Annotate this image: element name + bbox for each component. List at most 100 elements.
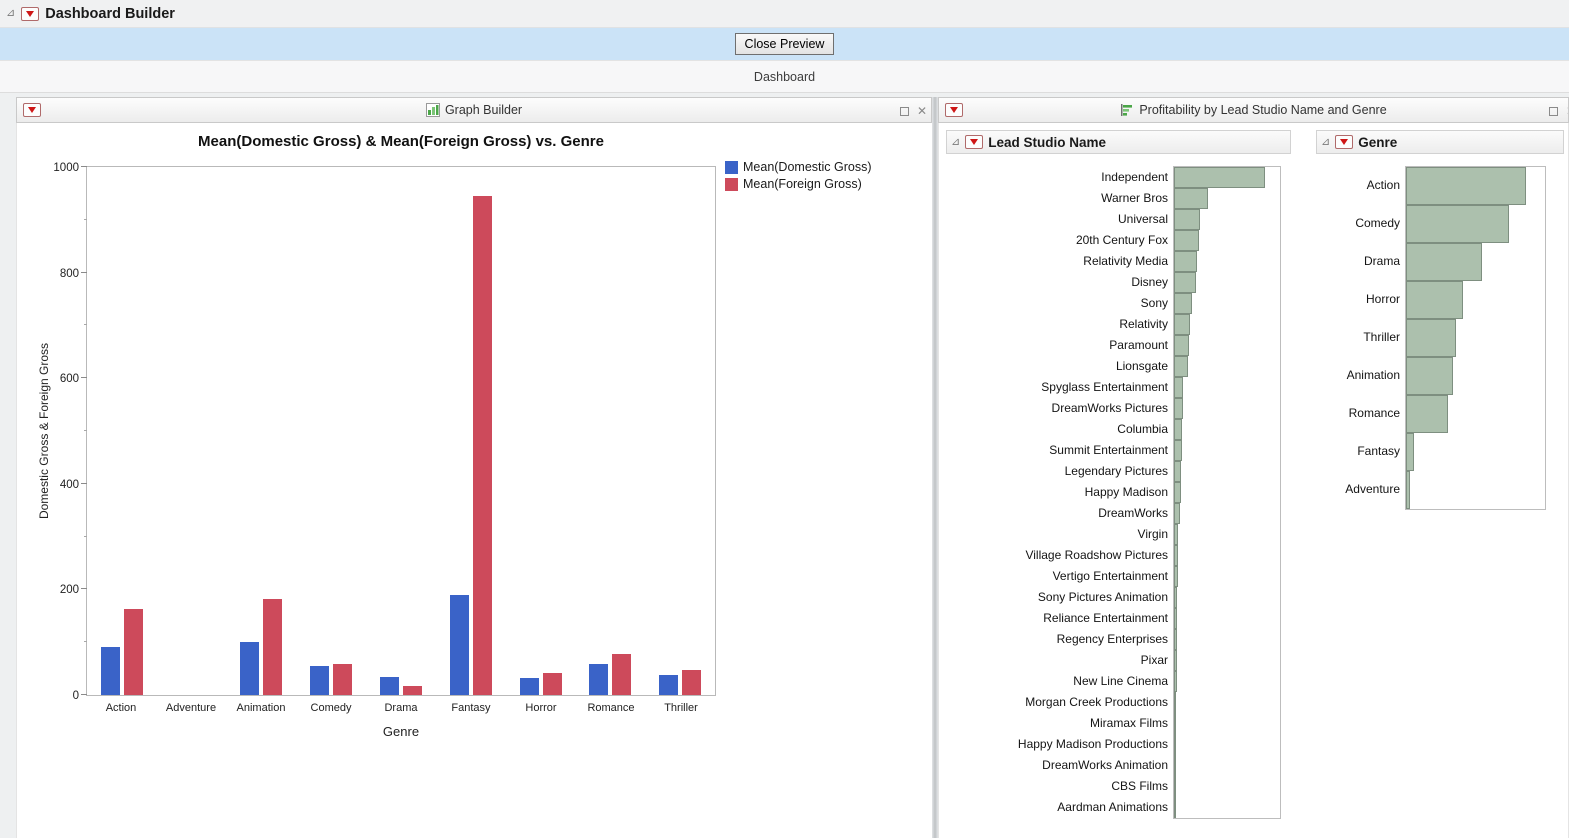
genre-bar-thriller[interactable] xyxy=(1406,319,1456,357)
studio-row xyxy=(1174,440,1280,461)
studio-bar-happy-madison-productions[interactable] xyxy=(1174,734,1176,755)
genre-header[interactable]: ⊿ Genre xyxy=(1316,130,1564,154)
studio-bar-new-line-cinema[interactable] xyxy=(1174,671,1177,692)
studio-bar-relativity[interactable] xyxy=(1174,314,1190,335)
bar-group-thriller xyxy=(645,167,715,695)
studio-bar-independent[interactable] xyxy=(1174,167,1265,188)
studio-bar-columbia[interactable] xyxy=(1174,419,1182,440)
studio-bar-miramax-films[interactable] xyxy=(1174,713,1176,734)
studio-bar-regency-enterprises[interactable] xyxy=(1174,629,1177,650)
bar-horror-foreign[interactable] xyxy=(543,673,562,695)
lead-studio-header[interactable]: ⊿ Lead Studio Name xyxy=(946,130,1291,154)
studio-bar-disney[interactable] xyxy=(1174,272,1196,293)
genre-bar-romance[interactable] xyxy=(1406,395,1448,433)
graph-builder-red-triangle-button[interactable] xyxy=(23,103,41,117)
studio-bar-pixar[interactable] xyxy=(1174,650,1177,671)
studio-bar-paramount[interactable] xyxy=(1174,335,1189,356)
bar-romance-domestic[interactable] xyxy=(589,664,608,695)
legend-item-domestic[interactable]: Mean(Domestic Gross) xyxy=(725,160,872,174)
red-triangle-menu-button[interactable] xyxy=(21,7,39,21)
collapse-triangle-icon[interactable]: ⊿ xyxy=(6,8,15,19)
x-tick-label: Action xyxy=(86,702,156,714)
studio-bar-warner-bros[interactable] xyxy=(1174,188,1208,209)
bar-drama-domestic[interactable] xyxy=(380,677,399,695)
bar-action-domestic[interactable] xyxy=(101,647,120,695)
studio-row xyxy=(1174,314,1280,335)
studio-bar-virgin[interactable] xyxy=(1174,524,1178,545)
lead-studio-red-triangle-button[interactable] xyxy=(965,135,983,149)
bar-thriller-foreign[interactable] xyxy=(682,670,701,695)
studio-bar-20th-century-fox[interactable] xyxy=(1174,230,1199,251)
genre-bar-adventure[interactable] xyxy=(1406,471,1410,509)
studio-label-independent: Independent xyxy=(1101,166,1168,187)
close-icon[interactable]: ✕ xyxy=(917,105,927,117)
studio-bar-legendary-pictures[interactable] xyxy=(1174,461,1181,482)
legend-item-foreign[interactable]: Mean(Foreign Gross) xyxy=(725,177,872,191)
close-preview-button[interactable]: Close Preview xyxy=(735,33,835,55)
studio-bar-vertigo-entertainment[interactable] xyxy=(1174,566,1178,587)
bar-animation-foreign[interactable] xyxy=(263,599,282,695)
studio-label-sony-pictures-animation: Sony Pictures Animation xyxy=(1038,586,1168,607)
studio-bar-morgan-creek-productions[interactable] xyxy=(1174,692,1176,713)
bar-horror-domestic[interactable] xyxy=(520,678,539,695)
studio-bar-dreamworks-animation[interactable] xyxy=(1174,755,1176,776)
collapse-triangle-icon[interactable]: ⊿ xyxy=(1321,137,1330,148)
studio-bar-sony[interactable] xyxy=(1174,293,1192,314)
studio-bar-dreamworks[interactable] xyxy=(1174,503,1180,524)
collapse-triangle-icon[interactable]: ⊿ xyxy=(951,137,960,148)
studio-bar-happy-madison[interactable] xyxy=(1174,482,1181,503)
studio-row xyxy=(1174,629,1280,650)
studio-bar-lionsgate[interactable] xyxy=(1174,356,1188,377)
maximize-icon[interactable] xyxy=(1549,107,1558,116)
genre-row xyxy=(1406,281,1545,319)
preview-band: Close Preview xyxy=(0,28,1569,60)
genre-red-triangle-button[interactable] xyxy=(1335,135,1353,149)
genre-bar-action[interactable] xyxy=(1406,167,1526,205)
bar-group-fantasy xyxy=(436,167,506,695)
genre-bar-fantasy[interactable] xyxy=(1406,433,1414,471)
bar-action-foreign[interactable] xyxy=(124,609,143,695)
genre-row xyxy=(1406,471,1545,509)
genre-row xyxy=(1406,319,1545,357)
maximize-icon[interactable] xyxy=(900,107,909,116)
studio-label-columbia: Columbia xyxy=(1117,418,1168,439)
genre-label-romance: Romance xyxy=(1349,394,1400,432)
bar-thriller-domestic[interactable] xyxy=(659,675,678,695)
dashboard-tab-bar[interactable]: Dashboard xyxy=(0,60,1569,93)
genre-bar-drama[interactable] xyxy=(1406,243,1482,281)
bar-fantasy-domestic[interactable] xyxy=(450,595,469,695)
lead-studio-bars-box[interactable] xyxy=(1173,166,1281,819)
bar-drama-foreign[interactable] xyxy=(403,686,422,695)
bar-animation-domestic[interactable] xyxy=(240,642,259,695)
studio-bar-aardman-animations[interactable] xyxy=(1174,797,1176,818)
genre-bar-animation[interactable] xyxy=(1406,357,1453,395)
bar-romance-foreign[interactable] xyxy=(612,654,631,695)
genre-bar-comedy[interactable] xyxy=(1406,205,1509,243)
genre-bars-box[interactable] xyxy=(1405,166,1546,510)
studio-label-legendary-pictures: Legendary Pictures xyxy=(1065,460,1168,481)
studio-bar-reliance-entertainment[interactable] xyxy=(1174,608,1177,629)
lead-studio-section: ⊿ Lead Studio Name IndependentWarner Bro… xyxy=(946,130,1291,819)
bar-comedy-foreign[interactable] xyxy=(333,664,352,695)
studio-bar-universal[interactable] xyxy=(1174,209,1200,230)
bar-group-horror xyxy=(506,167,576,695)
studio-label-morgan-creek-productions: Morgan Creek Productions xyxy=(1025,691,1168,712)
studio-bar-village-roadshow-pictures[interactable] xyxy=(1174,545,1178,566)
studio-bar-summit-entertainment[interactable] xyxy=(1174,440,1182,461)
plot-area[interactable]: 02004006008001000 xyxy=(86,166,716,696)
studio-bar-cbs-films[interactable] xyxy=(1174,776,1176,797)
studio-label-reliance-entertainment: Reliance Entertainment xyxy=(1043,607,1168,628)
profitability-red-triangle-button[interactable] xyxy=(945,103,963,117)
red-triangle-icon xyxy=(970,139,978,145)
graph-builder-header: Graph Builder ✕ xyxy=(16,97,932,123)
genre-bar-horror[interactable] xyxy=(1406,281,1463,319)
studio-bar-sony-pictures-animation[interactable] xyxy=(1174,587,1177,608)
x-tick-label: Horror xyxy=(506,702,576,714)
bar-fantasy-foreign[interactable] xyxy=(473,196,492,695)
studio-bar-dreamworks-pictures[interactable] xyxy=(1174,398,1183,419)
studio-bar-relativity-media[interactable] xyxy=(1174,251,1197,272)
studio-row xyxy=(1174,356,1280,377)
bar-comedy-domestic[interactable] xyxy=(310,666,329,695)
studio-bar-spyglass-entertainment[interactable] xyxy=(1174,377,1183,398)
red-triangle-icon xyxy=(28,107,36,113)
